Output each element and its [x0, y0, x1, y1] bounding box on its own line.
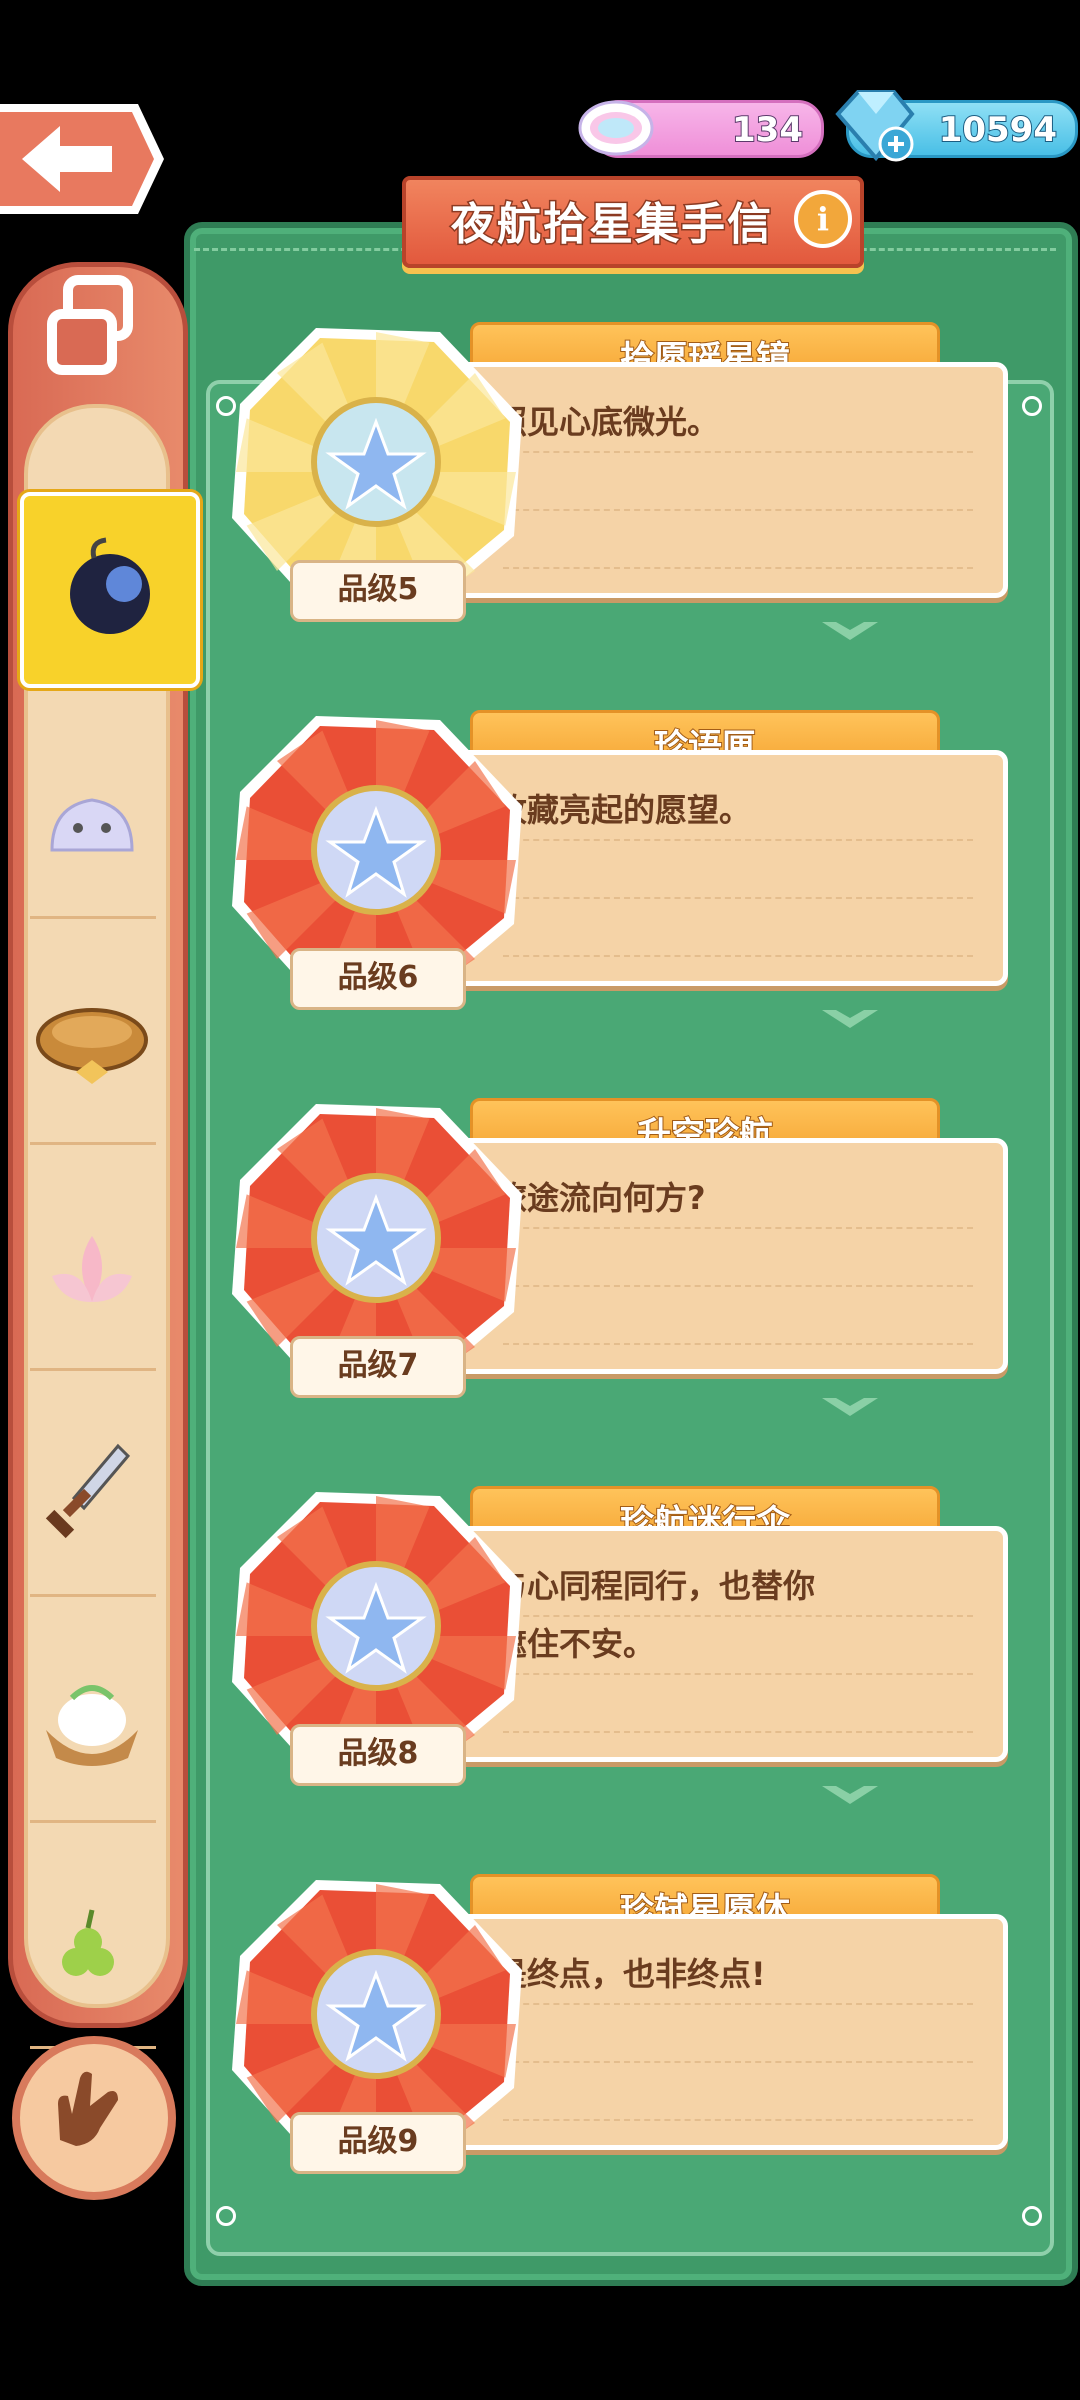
sidebar-item-lotus[interactable] — [30, 1156, 156, 1371]
sidebar-item-dagger[interactable] — [30, 1382, 156, 1597]
pin-dot — [1022, 396, 1042, 416]
chevron-down-icon — [822, 622, 878, 640]
item-desc-card: 收藏亮起的愿望。 — [454, 750, 1008, 986]
item-desc-card: 照见心底微光。 — [454, 362, 1008, 598]
item-description: 与心同程同行，也替你 遮住不安。 — [495, 1557, 965, 1673]
lotus-icon — [52, 1236, 132, 1302]
item-description-line: 与心同程同行，也替你 — [495, 1567, 816, 1605]
item-description: 照见心底微光。 — [495, 393, 965, 451]
hand-icon — [58, 2071, 118, 2146]
bomb-icon — [70, 537, 150, 634]
chevron-down-icon — [822, 1010, 878, 1028]
desc-line — [503, 1285, 973, 1287]
dagger-icon — [45, 1443, 131, 1539]
desc-line — [503, 451, 973, 453]
item-card[interactable]: 珍语匣 收藏亮起的愿望。 品级6 — [226, 710, 1016, 1028]
desc-line — [503, 567, 973, 569]
item-description-line: 照见心底微光。 — [495, 403, 720, 441]
item-description: 旅途流向何方? — [495, 1169, 965, 1227]
item-grade: 品级6 — [290, 948, 466, 1010]
item-desc-card: 旅途流向何方? — [454, 1138, 1008, 1374]
desc-line — [503, 2061, 973, 2063]
chevron-down-icon — [822, 1786, 878, 1804]
desc-line — [503, 1731, 973, 1733]
sidebar-item-cushion[interactable] — [30, 930, 156, 1145]
chevron-down-icon — [822, 1398, 878, 1416]
back-button[interactable] — [0, 100, 168, 218]
sidebar-item-bun[interactable] — [30, 1608, 156, 1823]
item-grade: 品级7 — [290, 1336, 466, 1398]
item-description-line: 遮住不安。 — [495, 1625, 656, 1663]
info-icon[interactable]: i — [794, 190, 852, 248]
desc-line — [503, 1673, 973, 1675]
sidebar-item-grape[interactable] — [30, 1834, 156, 2049]
item-card[interactable]: 升空珍航 旅途流向何方? 品级7 — [226, 1098, 1016, 1416]
item-grade: 品级8 — [290, 1724, 466, 1786]
item-desc-card: 是终点，也非终点! — [454, 1914, 1008, 2150]
sidebar-item-slime[interactable] — [30, 704, 156, 919]
item-card[interactable]: 拾愿瑶星镜 照见心底微光。 品级5 — [226, 322, 1016, 640]
cushion-icon — [36, 1008, 148, 1084]
gem-amount: 10594 — [938, 109, 1058, 151]
grape-icon — [62, 1909, 114, 1976]
sidebar-item-bomb[interactable] — [20, 492, 200, 688]
desc-line — [503, 1227, 973, 1229]
item-description: 是终点，也非终点! — [495, 1945, 965, 2003]
back-arrow-icon — [0, 104, 164, 214]
rainbow-amount: 134 — [731, 109, 804, 151]
slime-icon — [50, 798, 134, 852]
hand-button[interactable] — [12, 2036, 176, 2200]
panel-title: 夜航拾星集手信 — [450, 198, 773, 252]
item-grade: 品级9 — [290, 2112, 466, 2174]
item-description-line: 是终点，也非终点! — [495, 1955, 766, 1993]
desc-line — [503, 839, 973, 841]
pin-dot — [1022, 2206, 1042, 2226]
desc-line — [503, 897, 973, 899]
desc-line — [503, 2119, 973, 2121]
item-card[interactable]: 珍轼星愿体 是终点，也非终点! 品级9 — [226, 1874, 1016, 2174]
desc-line — [503, 509, 973, 511]
pin-dot — [216, 2206, 236, 2226]
item-grade: 品级5 — [290, 560, 466, 622]
item-desc-card: 与心同程同行，也替你 遮住不安。 — [454, 1526, 1008, 1762]
bun-icon — [46, 1685, 138, 1766]
item-card[interactable]: 珍航迷行伞 与心同程同行，也替你 遮住不安。 品级8 — [226, 1486, 1016, 1804]
desc-line — [503, 2003, 973, 2005]
desc-line — [503, 955, 973, 957]
rainbow-cloud-icon — [578, 100, 654, 156]
gem-icon — [835, 90, 915, 162]
item-description-line: 旅途流向何方? — [495, 1179, 706, 1217]
item-description-line: 收藏亮起的愿望。 — [495, 791, 752, 829]
desc-line — [503, 1343, 973, 1345]
switch-view-icon[interactable] — [42, 270, 152, 380]
item-description: 收藏亮起的愿望。 — [495, 781, 965, 839]
